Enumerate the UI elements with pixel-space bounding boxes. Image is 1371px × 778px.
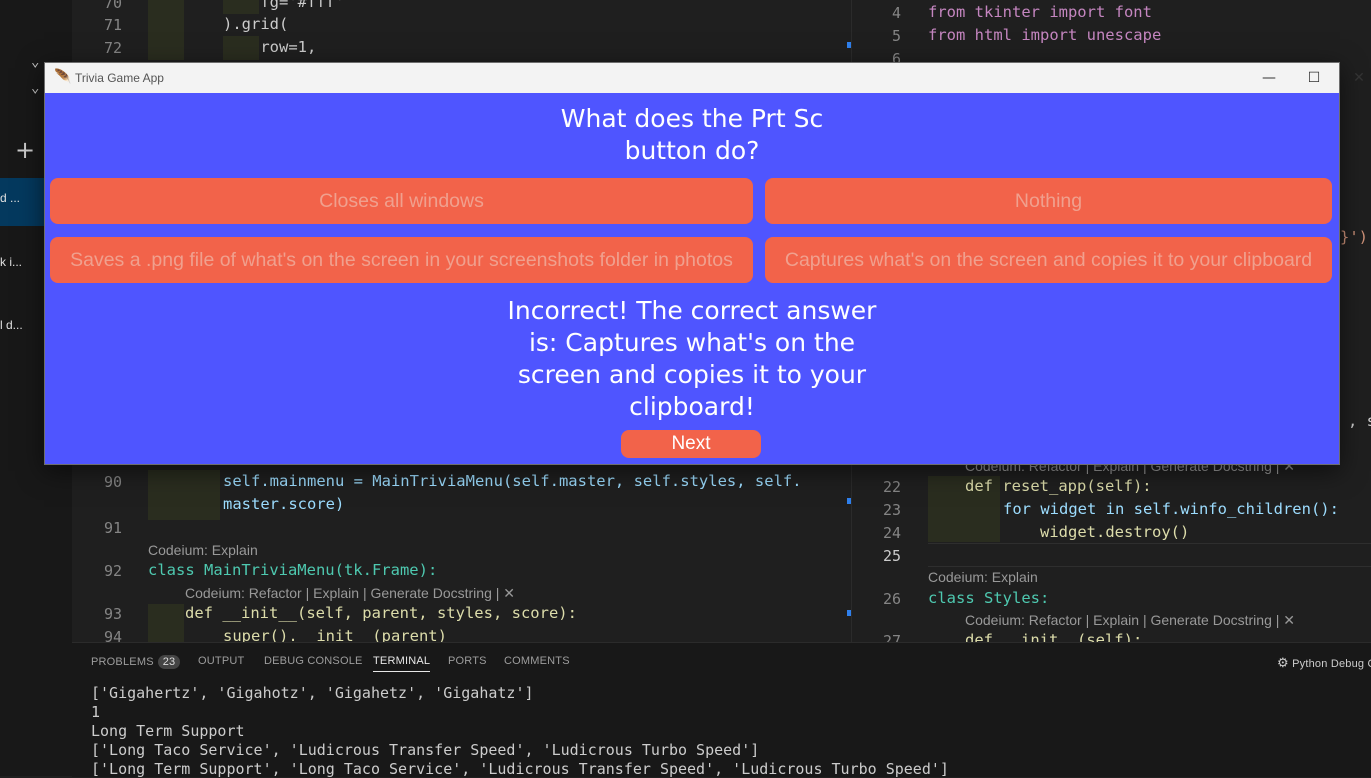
tab-output[interactable]: OUTPUT: [198, 655, 244, 667]
question-text: What does the Prt Sc button do?: [560, 104, 824, 165]
line-number: 92: [103, 562, 122, 580]
indent-guide: [148, 604, 184, 642]
line-number: 24: [882, 524, 901, 542]
debug-label: Python Debug C: [1292, 658, 1371, 670]
window-titlebar[interactable]: [45, 63, 1339, 93]
line-number: 25: [882, 547, 901, 565]
codeium-lens[interactable]: Codeium: Explain: [148, 542, 258, 558]
code-line: self.mainmenu = MainTriviaMenu(self.mast…: [223, 472, 802, 490]
close-button[interactable]: ✕: [1339, 67, 1371, 89]
result-label: Incorrect! The correct answer is: Captur…: [45, 295, 1339, 423]
codeium-lens[interactable]: Codeium: Refactor | Explain | Generate D…: [185, 585, 515, 602]
answer-button-1[interactable]: Closes all windows: [50, 178, 753, 224]
next-button[interactable]: Next: [621, 430, 761, 458]
tab-terminal[interactable]: TERMINAL: [373, 655, 431, 672]
terminal-line: ['Long Term Support', 'Long Taco Service…: [91, 760, 949, 778]
maximize-wrap: [1295, 67, 1335, 89]
sidebar-item[interactable]: d ...: [0, 191, 20, 205]
line-number: 26: [882, 590, 901, 608]
code-line: def __init__(self, parent, styles, score…: [185, 604, 577, 622]
line-number: 91: [103, 519, 122, 537]
line-number: 23: [882, 501, 901, 519]
line-number: 93: [103, 605, 122, 623]
answer-button-4[interactable]: Captures what's on the screen and copies…: [765, 237, 1332, 283]
tab-ports[interactable]: PORTS: [448, 655, 487, 667]
line-number: 22: [882, 478, 901, 496]
answer-button-3[interactable]: Saves a .png file of what's on the scree…: [50, 237, 753, 283]
code-line: fg='#fff': [223, 0, 345, 11]
terminal-line: ['Gigahertz', 'Gigahotz', 'Gigahetz', 'G…: [91, 684, 534, 702]
code-line: ).grid(: [223, 15, 289, 33]
current-line-highlight: [928, 543, 1371, 567]
tab-problems[interactable]: PROBLEMS 23: [91, 655, 181, 669]
add-icon[interactable]: +: [15, 136, 35, 164]
code-line: for widget in self.winfo_children():: [1003, 500, 1339, 518]
line-number: 4: [891, 4, 901, 22]
tab-label: PROBLEMS: [91, 656, 154, 668]
indent-guide: [148, 470, 220, 520]
tab-debug-console[interactable]: DEBUG CONSOLE: [264, 655, 363, 667]
indent-guide: [148, 0, 184, 60]
code-line: class Styles:: [928, 589, 1050, 607]
chevron-down-icon[interactable]: ⌄: [31, 54, 39, 70]
code-line: class MainTriviaMenu(tk.Frame):: [148, 561, 438, 579]
question-label: What does the Prt Sc button do?: [45, 103, 1339, 167]
line-number: 72: [103, 39, 122, 57]
terminal-line: 1: [91, 703, 101, 721]
line-number: 71: [103, 16, 122, 34]
line-number: 90: [103, 473, 122, 491]
line-number: 70: [103, 0, 122, 12]
code-line: def reset_app(self):: [965, 477, 1152, 495]
code-line: master.score): [223, 495, 345, 513]
sidebar-item[interactable]: k i...: [0, 255, 22, 269]
problems-badge: 23: [157, 655, 181, 669]
debug-selector[interactable]: ⚙ Python Debug C: [1277, 655, 1371, 671]
code-line: row=1,: [223, 38, 317, 56]
sidebar-item[interactable]: l d...: [0, 318, 23, 332]
feather-icon: 🪶: [54, 69, 72, 85]
terminal-line: Long Term Support: [91, 722, 245, 740]
tab-comments[interactable]: COMMENTS: [504, 655, 570, 667]
code-fragment: , se: [1348, 412, 1371, 430]
answer-button-2[interactable]: Nothing: [765, 178, 1332, 224]
code-line: from tkinter import font: [928, 3, 1152, 21]
terminal-line: ['Long Taco Service', 'Ludicrous Transfe…: [91, 741, 760, 759]
trivia-window: 🪶 Trivia Game App — ☐ ✕ What does the Pr…: [44, 62, 1365, 465]
code-fragment: }'): [1340, 228, 1368, 246]
line-number: 5: [891, 27, 901, 45]
codeium-lens[interactable]: Codeium: Refactor | Explain | Generate D…: [965, 612, 1295, 629]
minimize-overlay: [1250, 67, 1290, 89]
window-title: Trivia Game App: [75, 71, 164, 85]
result-text: Incorrect! The correct answer is: Captur…: [507, 296, 877, 421]
codeium-lens[interactable]: Codeium: Explain: [928, 569, 1038, 585]
chevron-down-icon[interactable]: ⌄: [31, 80, 39, 96]
code-line: widget.destroy(): [1040, 523, 1190, 541]
debug-icon: ⚙: [1277, 655, 1289, 670]
code-line: from html import unescape: [928, 26, 1162, 44]
